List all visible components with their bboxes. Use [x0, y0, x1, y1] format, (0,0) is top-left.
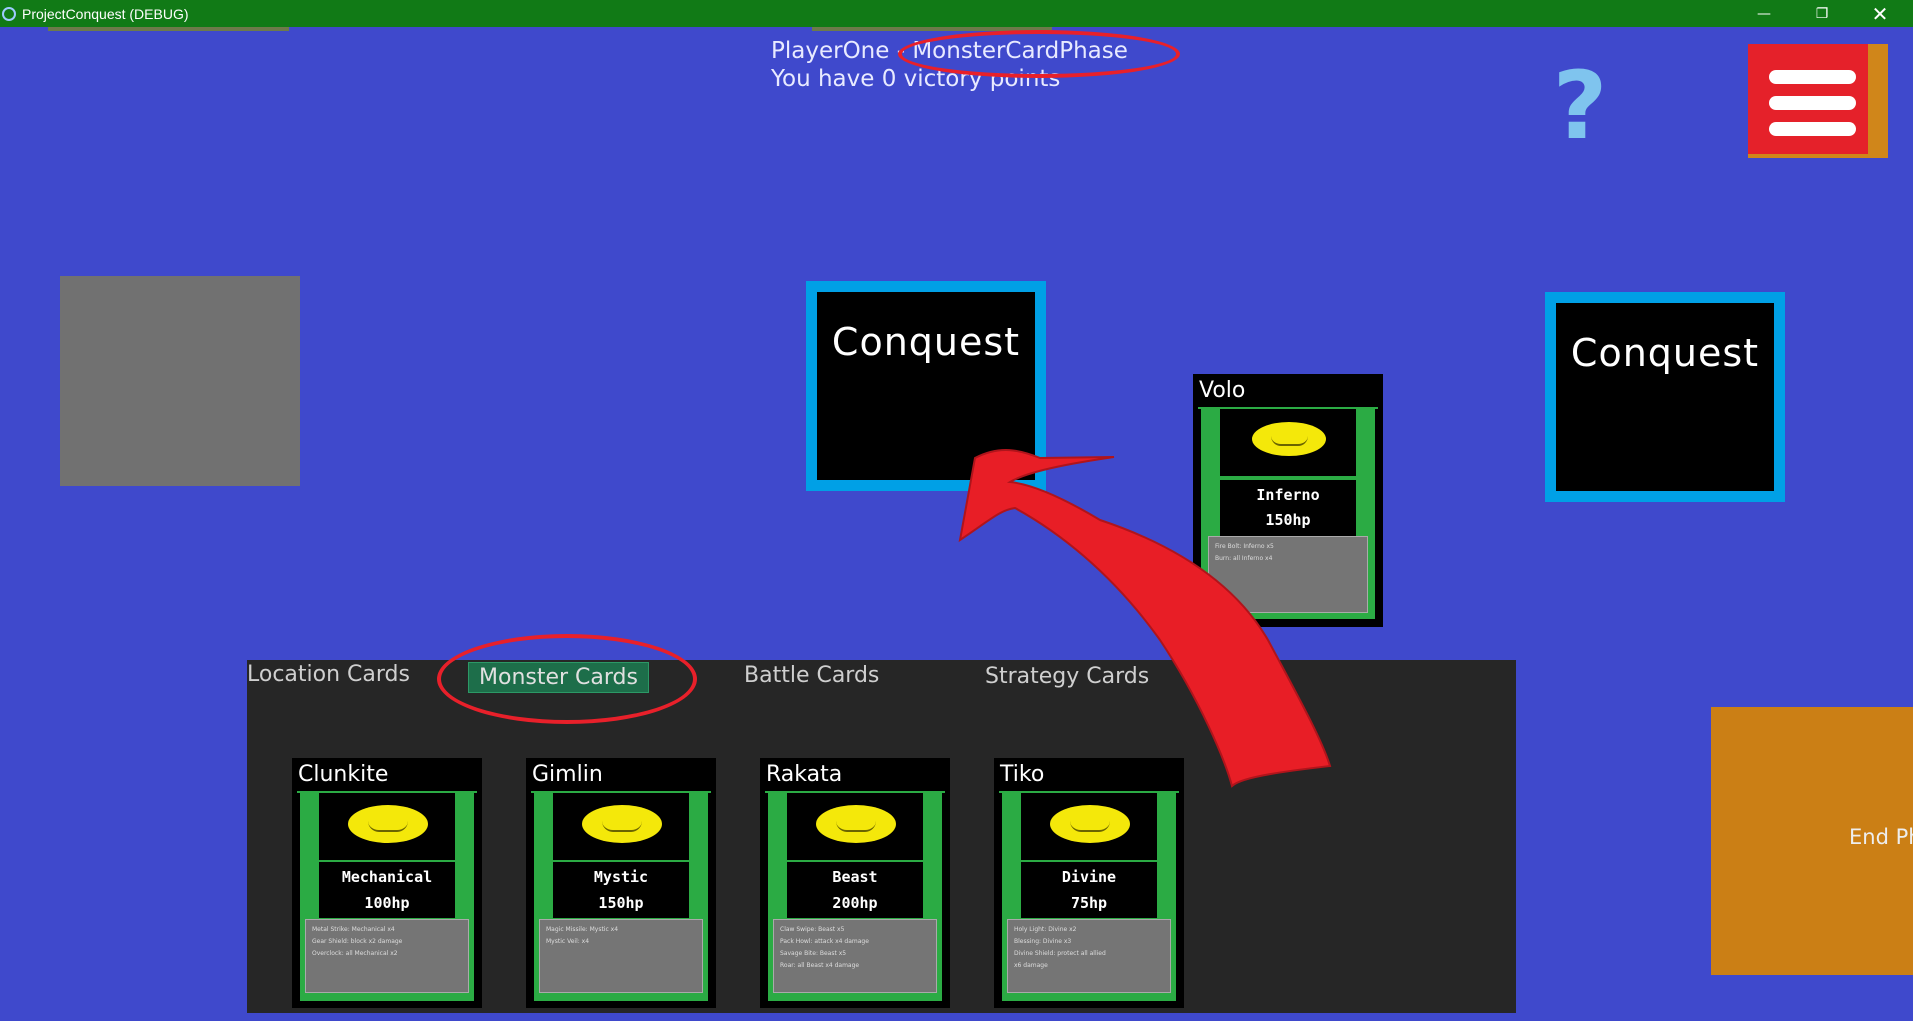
conquest-label: Conquest [1570, 331, 1760, 375]
card-hp: 150hp [1265, 511, 1311, 529]
end-phase-button[interactable]: End Phase [1711, 707, 1913, 975]
tab-location-cards[interactable]: Location Cards [247, 662, 410, 687]
minimize-icon[interactable]: — [1735, 0, 1793, 27]
hand-monster-card[interactable]: Rakata Beast 200hp Claw Swipe: Beast x5 P… [760, 758, 950, 1008]
card-hp: 200hp [832, 894, 878, 912]
conquest-card[interactable]: Conquest [1545, 292, 1785, 502]
card-name: Rakata [766, 762, 843, 787]
app-icon [2, 6, 16, 21]
hamburger-icon [1748, 44, 1868, 154]
top-accent-strip [48, 27, 289, 31]
card-name: Clunkite [298, 762, 389, 787]
card-description: Holy Light: Divine x2 Blessing: Divine x3… [1007, 919, 1171, 993]
conquest-card[interactable]: Conquest [806, 281, 1046, 491]
annotation-circle-phase [898, 30, 1180, 78]
played-monster-card[interactable]: Volo Inferno 150hp Fire Bolt: Inferno x5… [1193, 374, 1383, 627]
card-type: Divine [1061, 868, 1117, 886]
card-description: Claw Swipe: Beast x5 Pack Howl: attack x4… [773, 919, 937, 993]
restore-icon[interactable]: ❐ [1793, 0, 1851, 27]
hand-monster-card[interactable]: Clunkite Mechanical 100hp Metal Strike: … [292, 758, 482, 1008]
window-titlebar: ProjectConquest (DEBUG) — ❐ ✕ [0, 0, 1913, 27]
tab-strategy-cards[interactable]: Strategy Cards [985, 664, 1149, 689]
monster-portrait-icon [582, 805, 662, 843]
location-slot[interactable] [60, 276, 300, 486]
close-icon[interactable]: ✕ [1851, 0, 1909, 27]
monster-portrait-icon [1252, 422, 1326, 456]
help-button[interactable]: ? [1540, 60, 1620, 154]
card-name: Gimlin [532, 762, 603, 787]
card-name: Volo [1199, 378, 1246, 403]
card-name: Tiko [1000, 762, 1045, 787]
monster-portrait-icon [816, 805, 896, 843]
tab-battle-cards[interactable]: Battle Cards [744, 663, 879, 688]
card-description: Magic Missile: Mystic x4 Mystic Veil: x4 [539, 919, 703, 993]
card-description: Metal Strike: Mechanical x4 Gear Shield: … [305, 919, 469, 993]
hand-monster-card[interactable]: Tiko Divine 75hp Holy Light: Divine x2 Bl… [994, 758, 1184, 1008]
card-description: Fire Bolt: Inferno x5 Burn: all Inferno … [1208, 536, 1368, 613]
conquest-label: Conquest [831, 320, 1021, 364]
card-type: Mystic [593, 868, 649, 886]
card-hp: 150hp [598, 894, 644, 912]
card-type: Inferno [1256, 486, 1320, 504]
card-hp: 75hp [1070, 894, 1108, 912]
menu-button[interactable] [1748, 44, 1888, 158]
window-title: ProjectConquest (DEBUG) [22, 5, 189, 22]
hand-monster-card[interactable]: Gimlin Mystic 150hp Magic Missile: Mysti… [526, 758, 716, 1008]
end-phase-label: End Phase [1849, 825, 1913, 849]
card-hp: 100hp [364, 894, 410, 912]
card-type: Beast [832, 868, 878, 886]
monster-portrait-icon [1050, 805, 1130, 843]
monster-portrait-icon [348, 805, 428, 843]
card-type: Mechanical [341, 868, 433, 886]
annotation-circle-tab [437, 634, 697, 724]
